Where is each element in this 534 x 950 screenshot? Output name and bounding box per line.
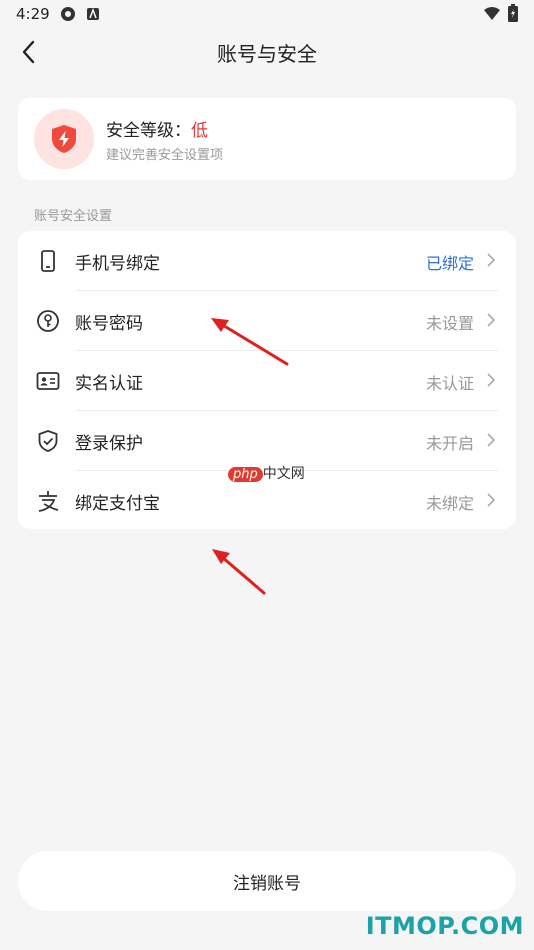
security-level-card: 安全等级：低 建议完善安全设置项 [18, 98, 516, 180]
item-status: 未认证 [425, 374, 474, 393]
list-item-phone-binding[interactable]: 手机号绑定 已绑定 [18, 231, 516, 291]
item-label: 账号密码 [75, 314, 143, 334]
cancel-account-label: 注销账号 [233, 873, 301, 894]
status-time: 4:29 [16, 5, 50, 23]
settings-notification-icon [60, 6, 76, 26]
item-label: 登录保护 [75, 434, 143, 454]
brand-watermark: ITMOP.COM [365, 912, 524, 940]
status-bar: 4:29 [0, 0, 534, 28]
annotation-arrow-icon [212, 549, 266, 595]
item-status: 未开启 [425, 434, 474, 453]
chevron-right-icon [486, 312, 496, 332]
watermark: php 中文网 [228, 463, 305, 483]
watermark-php: php [228, 467, 263, 482]
chevron-right-icon [486, 492, 496, 512]
security-level-value: 低 [191, 121, 208, 141]
wifi-icon [484, 6, 500, 25]
annotation-arrow-icon [211, 318, 289, 366]
id-card-icon [36, 369, 60, 393]
chevron-right-icon [486, 432, 496, 452]
item-status: 已绑定 [425, 254, 474, 273]
phone-icon [36, 249, 60, 273]
item-label: 绑定支付宝 [75, 494, 160, 514]
key-icon [36, 309, 60, 333]
item-status: 未绑定 [425, 494, 474, 513]
watermark-cn: 中文网 [262, 466, 305, 482]
chevron-right-icon [486, 372, 496, 392]
shield-badge [34, 109, 94, 169]
cancel-account-button[interactable]: 注销账号 [18, 851, 516, 911]
alipay-icon [36, 489, 60, 513]
security-level-title: 安全等级：低 [106, 116, 208, 141]
security-level-label: 安全等级： [106, 121, 191, 141]
security-level-hint: 建议完善安全设置项 [106, 148, 224, 163]
item-label: 实名认证 [75, 374, 143, 394]
battery-icon [508, 4, 518, 26]
page-title: 账号与安全 [217, 42, 317, 66]
shield-lightning-icon [52, 125, 76, 153]
list-item-login-protection[interactable]: 登录保护 未开启 [18, 411, 516, 471]
chevron-right-icon [486, 252, 496, 272]
item-status: 未设置 [425, 314, 474, 333]
nav-bar: 账号与安全 [0, 28, 534, 76]
section-label: 账号安全设置 [34, 209, 113, 224]
app-notification-icon [86, 6, 100, 25]
shield-check-icon [36, 429, 60, 453]
item-label: 手机号绑定 [75, 254, 160, 274]
security-settings-list: 手机号绑定 已绑定 账号密码 未设置 实名认证 未认证 登录保护 未开启 绑定支… [18, 231, 516, 529]
